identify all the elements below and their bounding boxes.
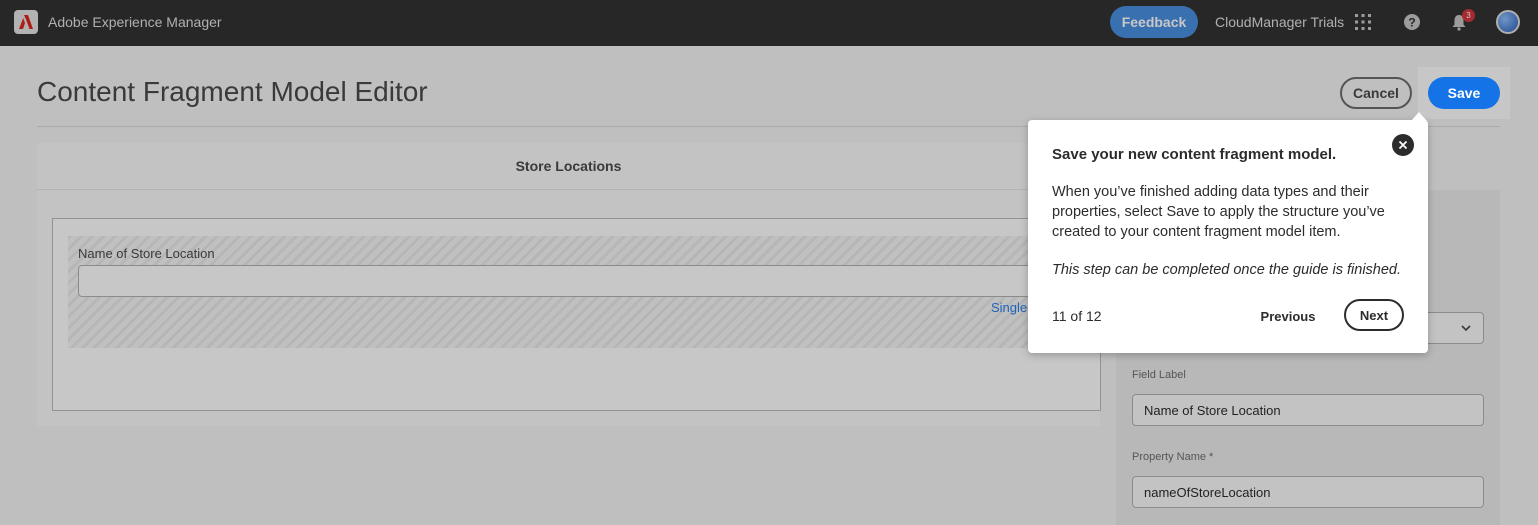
popover-arrow (1411, 112, 1427, 121)
property-name-caption: Property Name * (1132, 451, 1214, 463)
adobe-logo-icon[interactable] (14, 10, 38, 34)
model-name: Store Locations (37, 143, 1100, 190)
avatar[interactable] (1496, 10, 1520, 34)
feedback-button[interactable]: Feedback (1110, 6, 1198, 38)
org-switcher[interactable]: CloudManager Trials (1215, 14, 1344, 30)
close-icon[interactable] (1392, 134, 1414, 156)
page-title: Content Fragment Model Editor (37, 76, 428, 107)
field-label-input[interactable] (1132, 394, 1484, 426)
text-field-preview[interactable] (78, 265, 1088, 297)
field-label: Name of Store Location (78, 246, 215, 261)
svg-text:?: ? (1408, 16, 1415, 30)
field-label-caption: Field Label (1132, 369, 1186, 381)
property-name-input[interactable] (1132, 476, 1484, 508)
notification-badge: 3 (1462, 9, 1475, 22)
top-navigation-bar: Adobe Experience Manager Feedback CloudM… (0, 0, 1538, 46)
chevron-down-icon (1459, 321, 1473, 340)
next-button[interactable]: Next (1344, 299, 1404, 331)
app-title[interactable]: Adobe Experience Manager (48, 14, 222, 30)
save-button[interactable]: Save (1428, 77, 1500, 109)
guide-title: Save your new content fragment model. (1052, 146, 1337, 163)
cancel-button[interactable]: Cancel (1340, 77, 1412, 109)
field-type-hint: Single (991, 300, 1028, 315)
guide-body: When you’ve finished adding data types a… (1052, 184, 1385, 240)
previous-button[interactable]: Previous (1252, 300, 1324, 332)
guide-note: This step can be completed once the guid… (1052, 262, 1402, 278)
help-icon[interactable]: ? (1401, 11, 1423, 33)
guide-step-counter: 11 of 12 (1052, 308, 1102, 324)
apps-grid-icon[interactable] (1352, 11, 1374, 33)
guide-popover: Save your new content fragment model. Wh… (1028, 120, 1428, 353)
